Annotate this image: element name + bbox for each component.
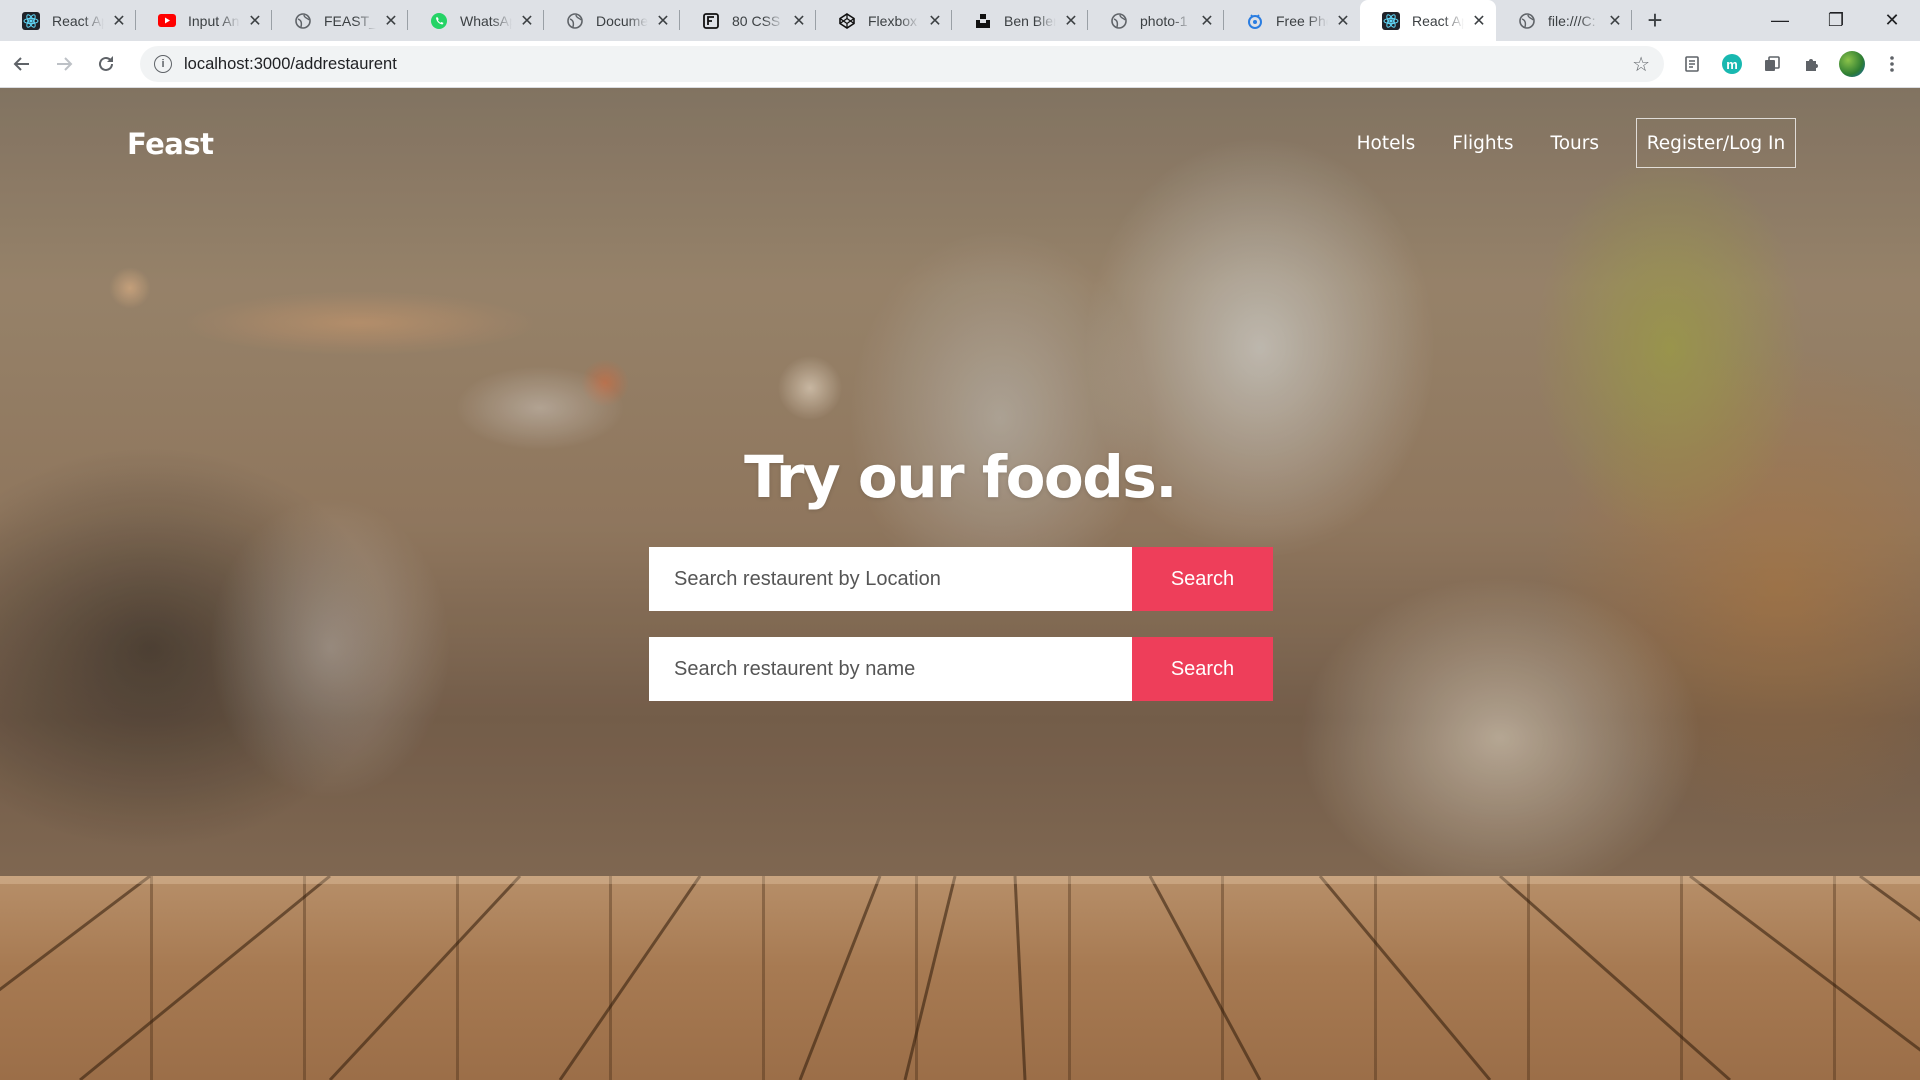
page-viewport: Feast Hotels Flights Tours Register/Log … xyxy=(0,88,1920,1080)
tab-free-photos[interactable]: Free Pho ✕ xyxy=(1224,0,1360,41)
tab-react-app-1[interactable]: React App ✕ xyxy=(0,0,136,41)
tab-title: Free Pho xyxy=(1276,12,1328,29)
reload-icon[interactable] xyxy=(86,44,126,84)
m-extension-icon[interactable]: m xyxy=(1714,46,1750,82)
unsplash-icon xyxy=(974,12,992,30)
pixabay-icon xyxy=(1246,12,1264,30)
name-search-form: Search xyxy=(649,637,1273,701)
back-icon[interactable] xyxy=(2,44,42,84)
nav-flights[interactable]: Flights xyxy=(1452,133,1513,154)
tab-feast-app[interactable]: FEAST_App ✕ xyxy=(272,0,408,41)
browser-toolbar: i localhost:3000/addrestaurent ☆ m xyxy=(0,41,1920,88)
location-search-input[interactable] xyxy=(649,547,1132,611)
close-icon[interactable]: ✕ xyxy=(1606,11,1624,31)
tab-ben-blen[interactable]: Ben Blen ✕ xyxy=(952,0,1088,41)
close-icon[interactable]: ✕ xyxy=(790,11,808,31)
tab-title: React App xyxy=(1412,12,1464,29)
minimize-icon[interactable]: — xyxy=(1752,0,1808,41)
tab-input-and[interactable]: Input And ✕ xyxy=(136,0,272,41)
tab-strip: React App ✕ Input And ✕ FEAST_App ✕ What… xyxy=(0,0,1920,41)
globe-icon xyxy=(566,12,584,30)
menu-icon[interactable] xyxy=(1874,46,1910,82)
f-icon xyxy=(702,12,720,30)
close-icon[interactable]: ✕ xyxy=(246,11,264,31)
tab-title: Input And xyxy=(188,12,240,29)
name-search-input[interactable] xyxy=(649,637,1132,701)
register-login-button[interactable]: Register/Log In xyxy=(1636,118,1796,168)
tab-title: Ben Blen xyxy=(1004,12,1056,29)
tab-title: file:///C: xyxy=(1548,12,1596,29)
close-icon[interactable]: ✕ xyxy=(382,11,400,31)
name-search-button[interactable]: Search xyxy=(1132,637,1273,701)
tab-photo-1[interactable]: photo-1 ✕ xyxy=(1088,0,1224,41)
profile-avatar[interactable] xyxy=(1834,46,1870,82)
wood-floor-background xyxy=(0,876,1920,1080)
extensions-area: m xyxy=(1674,46,1910,82)
location-search-button[interactable]: Search xyxy=(1132,547,1273,611)
youtube-icon xyxy=(158,12,176,30)
info-icon[interactable]: i xyxy=(154,55,172,73)
window-controls: — ❐ ✕ xyxy=(1752,0,1920,41)
close-icon[interactable]: ✕ xyxy=(1334,11,1352,31)
globe-icon xyxy=(1110,12,1128,30)
reading-list-icon[interactable] xyxy=(1674,46,1710,82)
tab-title: Document xyxy=(596,12,648,29)
tab-title: Flexbox xyxy=(868,12,918,29)
tab-title: React App xyxy=(52,12,104,29)
codepen-icon xyxy=(838,12,856,30)
tab-document[interactable]: Document ✕ xyxy=(544,0,680,41)
react-icon xyxy=(1382,11,1400,30)
whatsapp-icon xyxy=(430,12,448,30)
globe-icon xyxy=(1518,12,1536,30)
brand-logo[interactable]: Feast xyxy=(127,127,214,161)
new-tab-button[interactable]: + xyxy=(1632,0,1678,41)
tab-title: photo-1 xyxy=(1140,12,1188,29)
close-icon[interactable]: ✕ xyxy=(1470,11,1488,31)
url-text[interactable]: localhost:3000/addrestaurent xyxy=(184,55,1632,74)
address-bar[interactable]: i localhost:3000/addrestaurent ☆ xyxy=(140,46,1664,82)
nav-tours[interactable]: Tours xyxy=(1551,133,1599,154)
close-window-icon[interactable]: ✕ xyxy=(1864,0,1920,41)
puzzle-icon[interactable] xyxy=(1794,46,1830,82)
close-icon[interactable]: ✕ xyxy=(654,11,672,31)
close-icon[interactable]: ✕ xyxy=(110,11,128,31)
react-icon xyxy=(22,11,40,30)
tab-title: FEAST_App xyxy=(324,12,376,29)
nav-hotels[interactable]: Hotels xyxy=(1357,133,1416,154)
main-nav: Hotels Flights Tours Register/Log In xyxy=(1357,118,1920,168)
restore-icon[interactable]: ❐ xyxy=(1808,0,1864,41)
tab-80-css[interactable]: 80 CSS F ✕ xyxy=(680,0,816,41)
close-icon[interactable]: ✕ xyxy=(1062,11,1080,31)
page-title: Try our foods. xyxy=(744,443,1177,511)
tab-whatsapp[interactable]: WhatsApp ✕ xyxy=(408,0,544,41)
globe-icon xyxy=(294,12,312,30)
close-icon[interactable]: ✕ xyxy=(1198,11,1216,31)
forward-icon[interactable] xyxy=(44,44,84,84)
tab-flexbox[interactable]: Flexbox ✕ xyxy=(816,0,952,41)
tab-file[interactable]: file:///C: ✕ xyxy=(1496,0,1632,41)
location-search-form: Search xyxy=(649,547,1273,611)
tab-title: 80 CSS F xyxy=(732,12,784,29)
copy-extension-icon[interactable] xyxy=(1754,46,1790,82)
close-icon[interactable]: ✕ xyxy=(518,11,536,31)
tab-title: WhatsApp xyxy=(460,12,512,29)
star-icon[interactable]: ☆ xyxy=(1632,52,1650,77)
close-icon[interactable]: ✕ xyxy=(926,11,944,31)
tab-react-app-active[interactable]: React App ✕ xyxy=(1360,0,1496,41)
